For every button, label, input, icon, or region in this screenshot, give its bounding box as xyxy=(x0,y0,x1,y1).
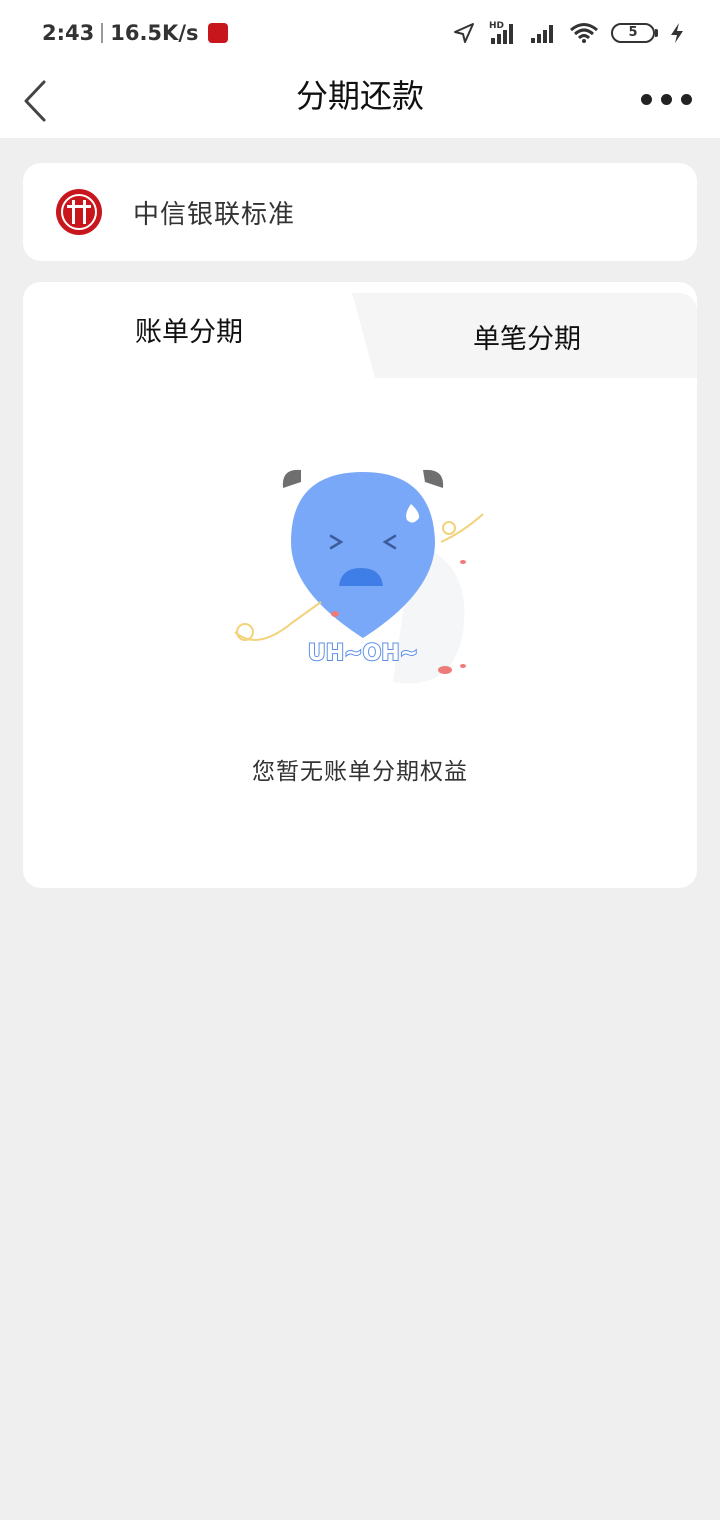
citic-bank-logo-icon xyxy=(56,189,102,235)
charging-icon xyxy=(671,23,683,43)
signal-hd-label: HD xyxy=(489,21,504,31)
empty-state-message: 您暂无账单分期权益 xyxy=(252,759,468,785)
battery-icon: 5 xyxy=(611,23,658,43)
more-button[interactable] xyxy=(641,94,692,105)
status-left: 2:43 16.5K/s xyxy=(42,21,228,45)
signal-icon-2 xyxy=(531,25,553,43)
illustration-text: UH~OH~ xyxy=(308,641,418,666)
battery-tip xyxy=(655,29,658,37)
more-dot xyxy=(641,94,652,105)
status-bar: 2:43 16.5K/s HD 5 xyxy=(0,0,720,66)
more-dot xyxy=(681,94,692,105)
card-selector[interactable]: 中信银联标准 xyxy=(23,163,697,261)
tab-bar: 账单分期 单笔分期 xyxy=(23,282,697,378)
empty-state-illustration: UH~OH~ xyxy=(234,469,484,684)
card-name: 中信银联标准 xyxy=(133,199,296,230)
installment-panel: 账单分期 单笔分期 UH~OH~ 您暂无账单分期权益 xyxy=(23,282,697,888)
nav-bar: 分期还款 xyxy=(0,66,720,138)
app-badge-icon xyxy=(207,23,228,43)
signal-icon: HD xyxy=(489,21,513,44)
status-right: HD 5 xyxy=(453,20,684,46)
status-divider xyxy=(101,23,104,43)
battery-level: 5 xyxy=(611,23,655,43)
status-time: 2:43 xyxy=(42,21,95,45)
more-dot xyxy=(661,94,672,105)
tab-bill-installment[interactable]: 账单分期 xyxy=(135,310,243,349)
location-icon xyxy=(454,23,474,43)
network-speed: 16.5K/s xyxy=(110,21,199,45)
wifi-icon xyxy=(570,23,598,43)
tab-single-installment[interactable]: 单笔分期 xyxy=(473,317,581,356)
page-title: 分期还款 xyxy=(295,77,424,115)
